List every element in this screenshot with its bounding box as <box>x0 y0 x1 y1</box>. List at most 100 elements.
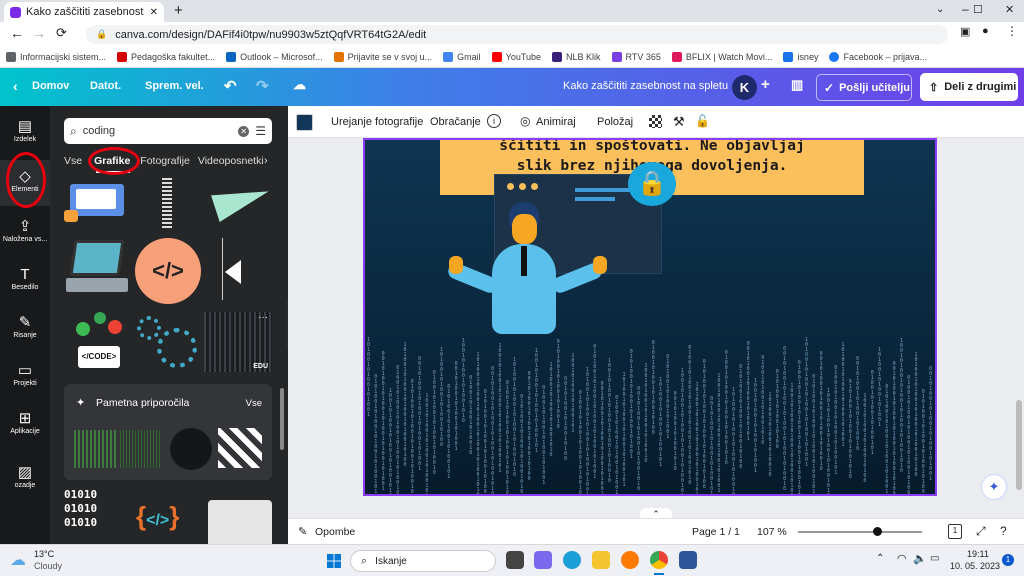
animate-icon[interactable]: ◎ <box>520 114 530 128</box>
graphic-thumbnail[interactable] <box>64 178 130 224</box>
close-tab-icon[interactable]: ✕ <box>150 7 158 18</box>
binary-graphic[interactable]: 01010 01010 01010 <box>64 488 130 544</box>
tab-photos[interactable]: Fotografije <box>140 155 190 171</box>
redo-icon[interactable]: ↷ <box>256 77 269 95</box>
rail-item-izdelek[interactable]: ▤ Izdelek <box>0 110 50 156</box>
filter-icon[interactable]: ☰ <box>255 124 266 138</box>
suggestion-thumbnail[interactable] <box>170 428 212 470</box>
wifi-icon[interactable]: ◠ <box>897 552 907 565</box>
chevron-right-icon[interactable]: › <box>264 155 268 167</box>
clear-search-icon[interactable]: ✕ <box>238 125 250 137</box>
barcode-graphic[interactable] <box>162 178 172 230</box>
add-collaborator-icon[interactable]: + <box>761 76 770 93</box>
minimize-icon[interactable]: – <box>962 2 969 16</box>
canvas-scrollbar[interactable] <box>1016 400 1022 490</box>
help-icon[interactable]: ? <box>1000 524 1007 538</box>
close-window-icon[interactable]: ✕ <box>1005 3 1014 16</box>
tray-chevron-icon[interactable]: ⌃ <box>876 553 884 564</box>
laptop-graphic[interactable] <box>64 238 130 300</box>
bookmark-item[interactable]: Prijavite se v svoj u... <box>333 51 432 62</box>
search-input[interactable]: ⌕ coding ✕ ☰ <box>64 118 272 144</box>
color-swatch[interactable] <box>296 114 313 131</box>
rail-item-ozadje[interactable]: ▨ ozadje <box>0 456 50 502</box>
bookmark-item[interactable]: BFLIX | Watch Movi... <box>671 51 772 62</box>
paper-plane-graphic[interactable] <box>210 178 273 226</box>
design-page[interactable]: ščititi in spoštovati. Ne objavljaj slik… <box>363 138 937 496</box>
profile-icon[interactable]: ● <box>982 25 989 37</box>
notes-button[interactable]: Opombe <box>315 526 355 538</box>
cloud-saved-icon[interactable]: ☁ <box>293 77 306 93</box>
rail-item-besedilo[interactable]: T Besedilo <box>0 258 50 304</box>
lock-element-icon[interactable]: 🔓 <box>695 114 710 128</box>
side-panel-icon[interactable]: ▣ <box>960 25 970 38</box>
rail-item-risanje[interactable]: ✎ Risanje <box>0 306 50 352</box>
resize-button[interactable]: Sprem. vel. <box>145 80 204 92</box>
bookmark-item[interactable]: Pedagoška fakultet... <box>117 51 215 62</box>
flip-button[interactable]: Obračanje <box>430 116 481 128</box>
windows-start-icon[interactable] <box>327 554 341 568</box>
zoom-slider-thumb[interactable] <box>873 527 882 536</box>
bookmark-item[interactable]: YouTube <box>491 51 541 62</box>
undo-icon[interactable]: ↶ <box>224 77 237 95</box>
firefox-icon[interactable] <box>621 551 639 569</box>
send-to-teacher-button[interactable]: ✓ Pošlji učitelju <box>816 74 912 101</box>
chevron-left-icon[interactable]: ‹ <box>13 78 18 94</box>
page-indicator[interactable]: Page 1 / 1 <box>692 526 740 538</box>
bookmark-item[interactable]: RTV 365 <box>611 51 661 62</box>
code-circle-graphic[interactable]: </> <box>135 238 201 304</box>
tab-all[interactable]: Vse <box>64 155 82 171</box>
bookmark-item[interactable]: Informacijski sistem... <box>6 51 106 62</box>
gear-code-graphic[interactable] <box>135 312 201 372</box>
page-count-icon[interactable]: 1 <box>948 524 962 539</box>
matrix-thumbnail[interactable]: ··· EDU <box>204 312 272 372</box>
home-button[interactable]: Domov <box>32 80 69 92</box>
rail-item-nalo-ena-vs[interactable]: ⇪ Naložena vs... <box>0 210 50 256</box>
text-banner-line-1[interactable]: ščititi in spoštovati. Ne objavljaj <box>440 140 864 154</box>
browser-tab[interactable]: Kako zaščititi zasebnost na splet ✕ <box>4 2 164 22</box>
bookmark-item[interactable]: Outlook – Microsof... <box>226 51 323 62</box>
notification-badge[interactable]: 1 <box>1002 554 1014 566</box>
notes-icon[interactable]: ✎ <box>298 525 307 538</box>
maximize-icon[interactable]: ☐ <box>973 3 983 16</box>
transparency-icon[interactable] <box>649 115 662 128</box>
analytics-icon[interactable]: ▥ <box>791 77 803 93</box>
see-all-link[interactable]: Vse <box>246 398 262 409</box>
file-explorer-icon[interactable] <box>592 551 610 569</box>
chevron-down-icon[interactable]: ⌄ <box>936 4 944 15</box>
new-tab-icon[interactable]: + <box>174 2 183 19</box>
back-icon[interactable]: ← <box>10 25 24 41</box>
teams-chat-icon[interactable] <box>534 551 552 569</box>
word-icon[interactable] <box>679 551 697 569</box>
reload-icon[interactable]: ⟳ <box>56 25 67 41</box>
design-title[interactable]: Kako zaščititi zasebnost na spletu <box>563 80 728 92</box>
fullscreen-icon[interactable]: ⤢ <box>976 524 986 539</box>
address-bar[interactable]: 🔒 canva.com/design/DAFif4i0tpw/nu9903w5z… <box>86 25 948 44</box>
code-brackets-graphic[interactable]: {</>} <box>136 496 202 540</box>
workspace-graphic[interactable] <box>208 500 272 544</box>
edge-icon[interactable] <box>563 551 581 569</box>
info-icon[interactable]: i <box>487 114 501 128</box>
file-menu-button[interactable]: Datot. <box>90 80 121 92</box>
volume-icon[interactable]: 🔈 <box>913 552 927 565</box>
animate-button[interactable]: Animiraj <box>536 116 576 128</box>
bookmark-item[interactable]: Gmail <box>443 51 481 62</box>
bookmark-item[interactable]: Facebook – prijava... <box>829 51 927 62</box>
magic-assistant-button[interactable]: ✦ <box>981 474 1007 500</box>
edit-photo-button[interactable]: Urejanje fotografije <box>331 116 423 128</box>
battery-icon[interactable]: ▭ <box>930 553 939 564</box>
chrome-icon[interactable] <box>650 551 668 569</box>
bookmark-item[interactable]: NLB Klik <box>552 51 601 62</box>
zoom-slider-track[interactable] <box>798 531 922 533</box>
taskbar-search[interactable]: ⌕ Iskanje <box>350 550 496 572</box>
more-options-icon[interactable]: ··· <box>258 312 268 323</box>
suggestion-thumbnail[interactable] <box>218 428 262 468</box>
share-button[interactable]: ⇧ Deli z drugimi <box>920 73 1018 101</box>
rail-item-projekti[interactable]: ▭ Projekti <box>0 354 50 400</box>
circuit-graphic[interactable] <box>222 238 266 300</box>
tab-videos[interactable]: Videoposnetki <box>198 155 264 171</box>
menu-dots-icon[interactable]: ⋮ <box>1006 24 1018 38</box>
position-button[interactable]: Položaj <box>597 116 633 128</box>
task-view-icon[interactable] <box>506 551 524 569</box>
clock-date[interactable]: 10. 05. 2023 <box>950 561 1000 571</box>
paint-roller-icon[interactable]: ⚒ <box>673 114 685 130</box>
